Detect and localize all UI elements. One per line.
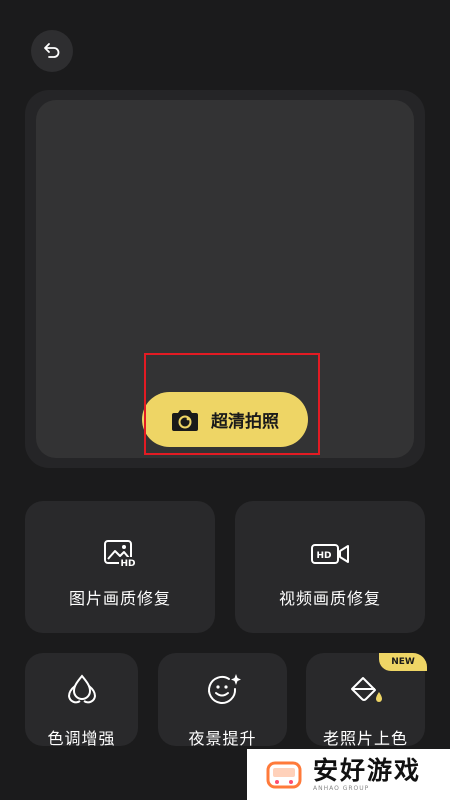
image-quality-repair-label: 图片画质修复 [68, 589, 171, 608]
smile-sparkle-icon [207, 674, 241, 704]
night-scene-label: 夜景提升 [188, 729, 257, 748]
old-photo-colorize-card[interactable]: NEW 老照片上色 [306, 653, 427, 748]
back-button[interactable] [31, 30, 73, 72]
image-hd-icon: HD [104, 540, 137, 569]
watermark: 安好游戏 ANHAO GROUP [247, 749, 450, 800]
paint-bucket-icon [350, 677, 382, 702]
drops-icon [67, 674, 96, 704]
tone-enhance-label: 色调增强 [47, 729, 116, 748]
watermark-subtitle: ANHAO GROUP [313, 785, 370, 792]
new-badge: NEW [379, 653, 427, 671]
gamepad-logo-icon [266, 761, 302, 788]
night-scene-card[interactable]: 夜景提升 [158, 653, 287, 748]
undo-arrow-icon [44, 43, 60, 58]
image-quality-repair-card[interactable]: HD 图片画质修复 [25, 501, 215, 633]
svg-text:HD: HD [120, 559, 135, 569]
tone-enhance-card[interactable]: 色调增强 [25, 653, 138, 748]
video-hd-icon: HD [311, 544, 349, 564]
video-quality-repair-label: 视频画质修复 [278, 589, 381, 608]
watermark-title: 安好游戏 [313, 756, 422, 785]
highlight-annotation [144, 353, 320, 455]
video-quality-repair-card[interactable]: HD 视频画质修复 [235, 501, 425, 633]
old-photo-colorize-label: 老照片上色 [322, 729, 408, 748]
svg-text:HD: HD [316, 551, 331, 561]
